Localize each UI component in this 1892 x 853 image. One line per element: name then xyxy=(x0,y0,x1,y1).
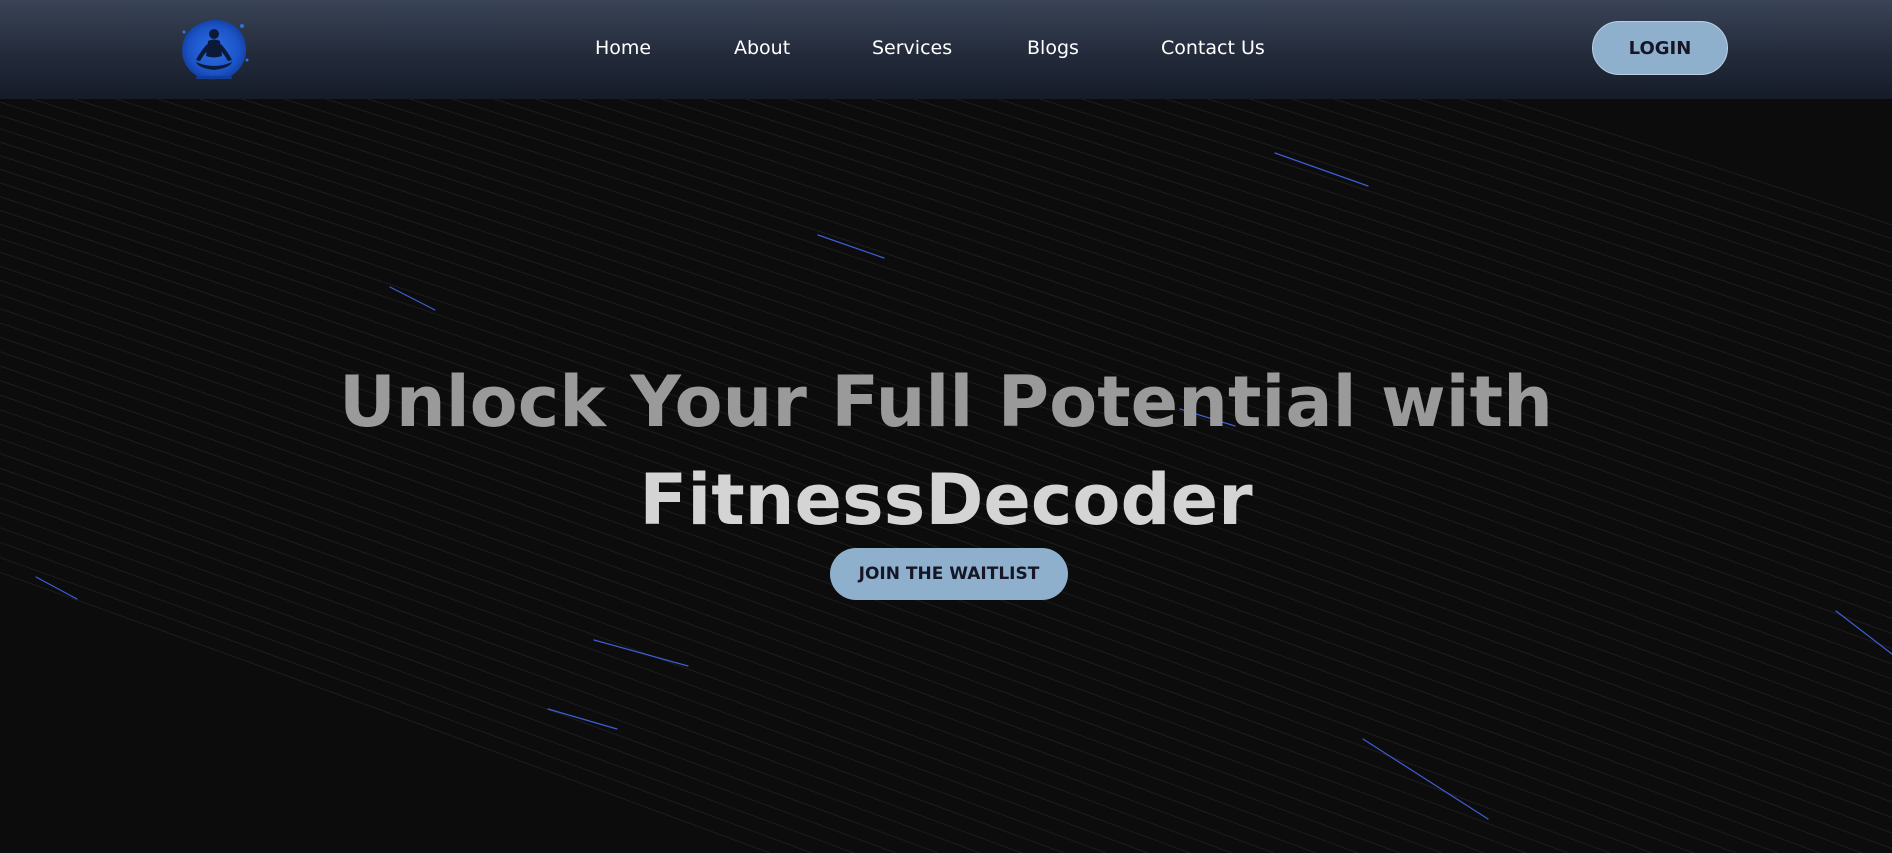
nav-about[interactable]: About xyxy=(734,36,790,60)
shooting-star xyxy=(1274,152,1369,187)
shooting-star xyxy=(817,234,885,259)
join-waitlist-button[interactable]: JOIN THE WAITLIST xyxy=(830,548,1068,600)
shooting-star xyxy=(1835,610,1892,655)
hero-title-line2: FitnessDecoder xyxy=(639,459,1253,541)
landing-page: Home About Services Blogs Contact Us LOG… xyxy=(0,0,1892,853)
shooting-star xyxy=(1362,738,1489,820)
hero-title: Unlock Your Full Potential with FitnessD… xyxy=(0,353,1892,549)
nav-services[interactable]: Services xyxy=(872,36,952,60)
shooting-star xyxy=(547,708,618,730)
login-button[interactable]: LOGIN xyxy=(1592,21,1728,75)
nav-blogs[interactable]: Blogs xyxy=(1027,36,1079,60)
nav-contact-us[interactable]: Contact Us xyxy=(1161,36,1265,60)
shooting-star xyxy=(593,639,689,667)
hero-section: Unlock Your Full Potential with FitnessD… xyxy=(0,99,1892,853)
navbar: Home About Services Blogs Contact Us LOG… xyxy=(0,0,1892,99)
hero-title-line1: Unlock Your Full Potential with xyxy=(339,361,1553,443)
nav-home[interactable]: Home xyxy=(595,36,651,60)
